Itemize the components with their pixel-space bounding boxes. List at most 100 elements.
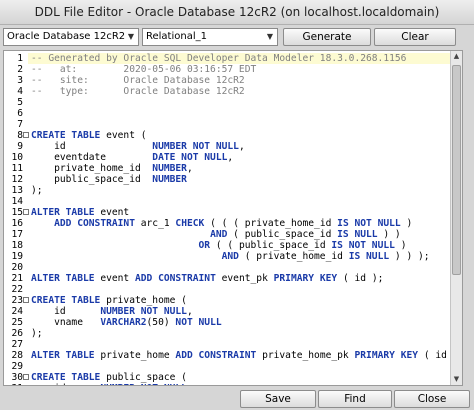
line-number: 10 xyxy=(11,152,23,163)
sql-text: id xyxy=(31,306,101,317)
code-line: -- Generated by Oracle SQL Developer Dat… xyxy=(31,53,450,64)
sql-text: eventdate xyxy=(31,152,153,163)
sql-text: ( private_home_id xyxy=(238,251,349,262)
sql-keyword: NUMBER NOT NULL xyxy=(100,306,187,317)
generate-button[interactable]: Generate xyxy=(283,28,371,46)
code-line: private_home_id NUMBER, xyxy=(31,163,450,174)
fold-toggle-icon[interactable] xyxy=(23,374,29,380)
code-line: AND ( private_home_id IS NULL ) ) ); xyxy=(31,251,450,262)
sql-text: public_space ( xyxy=(100,372,187,383)
sql-keyword: NUMBER NOT NULL xyxy=(152,141,239,152)
line-number: 17 xyxy=(11,229,23,240)
sql-keyword: IS NULL xyxy=(348,251,390,262)
code-line: -- type: Oracle Database 12cR2 xyxy=(31,86,450,97)
chevron-down-icon: ▼ xyxy=(266,32,274,41)
line-number: 9 xyxy=(17,141,23,152)
sql-text: ) ) xyxy=(377,229,401,240)
sql-text: event xyxy=(94,207,130,218)
sql-comment: -- at: 2020-05-06 03:16:57 EDT xyxy=(31,64,257,75)
model-select[interactable]: Relational_1 ▼ xyxy=(142,28,278,46)
sql-keyword: DATE NOT NULL xyxy=(152,152,228,163)
sql-text: private_home_id xyxy=(31,163,153,174)
sql-text: id xyxy=(31,141,153,152)
sql-keyword: IS NULL xyxy=(337,229,378,240)
code-line: public_space_id NUMBER xyxy=(31,174,450,185)
scrollbar-thumb[interactable] xyxy=(452,65,461,275)
fold-toggle-icon[interactable] xyxy=(23,132,29,138)
sql-text: ) ) ); xyxy=(389,251,430,262)
line-number: 16 xyxy=(11,218,23,229)
line-number: 18 xyxy=(11,240,23,251)
line-number: 26 xyxy=(11,328,23,339)
sql-text: ) xyxy=(394,240,407,251)
sql-text: ( id ); xyxy=(337,273,384,284)
sql-keyword: CREATE TABLE xyxy=(31,372,101,383)
line-number: 11 xyxy=(11,163,23,174)
sql-keyword: AND xyxy=(221,251,239,262)
code-line: id NUMBER NOT NULL, xyxy=(31,306,450,317)
sql-text: private_home_pk xyxy=(256,350,355,361)
fold-toggle-icon[interactable] xyxy=(23,297,29,303)
vertical-scrollbar[interactable]: ▲ ▼ xyxy=(450,51,462,385)
database-select-value: Oracle Database 12cR2 xyxy=(7,31,126,42)
save-button[interactable]: Save xyxy=(240,390,316,408)
code-line: id NUMBER NOT NULL, xyxy=(31,141,450,152)
code-line: ); xyxy=(31,328,450,339)
code-line: ); xyxy=(31,185,450,196)
line-number: 20 xyxy=(11,262,23,273)
line-number: 23 xyxy=(11,295,23,306)
sql-keyword: PRIMARY KEY xyxy=(273,273,338,284)
scroll-down-icon[interactable]: ▼ xyxy=(451,374,462,385)
line-number: 19 xyxy=(11,251,23,262)
line-number: 22 xyxy=(11,284,23,295)
sql-keyword: NUMBER xyxy=(152,174,187,185)
sql-keyword: NUMBER xyxy=(152,163,187,174)
code-line: AND ( public_space_id IS NULL ) ) xyxy=(31,229,450,240)
sql-text: (50) xyxy=(146,317,176,328)
close-button[interactable]: Close xyxy=(394,390,470,408)
sql-text: , xyxy=(186,306,193,317)
code-line: eventdate DATE NOT NULL, xyxy=(31,152,450,163)
clear-button[interactable]: Clear xyxy=(374,28,456,46)
sql-keyword: ALTER TABLE xyxy=(31,207,95,218)
find-button[interactable]: Find xyxy=(318,390,392,408)
line-number: 21 xyxy=(11,273,23,284)
line-number: 8 xyxy=(17,130,23,141)
sql-text: event ( xyxy=(100,130,147,141)
line-number: 13 xyxy=(11,185,23,196)
sql-keyword: ALTER TABLE xyxy=(31,350,95,361)
database-select[interactable]: Oracle Database 12cR2 ▼ xyxy=(3,28,139,46)
sql-text: private_home ( xyxy=(100,295,187,306)
scroll-up-icon[interactable]: ▲ xyxy=(451,51,462,62)
model-select-value: Relational_1 xyxy=(146,31,207,42)
sql-text: ( ( public_space_id xyxy=(210,240,332,251)
toolbar: Oracle Database 12cR2 ▼ Relational_1 ▼ G… xyxy=(0,28,474,48)
sql-text: , xyxy=(227,152,234,163)
sql-keyword: OR xyxy=(198,240,211,251)
ddl-editor[interactable]: 1 2 3 4 5 6 7 8 9 10 11 12 13 14 15 16 17 18 19 20 21 22 23 24 2… xyxy=(3,50,463,386)
sql-text: ( ( ( private_home_id xyxy=(204,218,338,229)
code-line: ADD CONSTRAINT arc_1 CHECK ( ( ( private… xyxy=(31,218,450,229)
code-line: CREATE TABLE public_space ( xyxy=(31,372,450,383)
sql-text: event_pk xyxy=(215,273,274,284)
line-number: 6 xyxy=(17,108,23,119)
sql-keyword: CREATE TABLE xyxy=(31,295,101,306)
sql-keyword: ADD CONSTRAINT xyxy=(175,350,257,361)
sql-text: ( public_space_id xyxy=(227,229,338,240)
sql-text: , xyxy=(186,163,193,174)
footer-bar: Save Find Close xyxy=(0,386,474,410)
code-line: ALTER TABLE event ADD CONSTRAINT event_p… xyxy=(31,273,450,284)
code-line: -- at: 2020-05-06 03:16:57 EDT xyxy=(31,64,450,75)
line-number: 3 xyxy=(17,75,23,86)
fold-toggle-icon[interactable] xyxy=(23,209,29,215)
line-number: 5 xyxy=(17,97,23,108)
sql-keyword: AND xyxy=(210,229,228,240)
line-number: 28 xyxy=(11,350,23,361)
sql-keyword: ADD CONSTRAINT xyxy=(54,218,135,229)
line-number: 4 xyxy=(17,86,23,97)
sql-text: vname xyxy=(31,317,101,328)
sql-text: ) xyxy=(400,218,413,229)
sql-keyword: NOT NULL xyxy=(175,317,222,328)
